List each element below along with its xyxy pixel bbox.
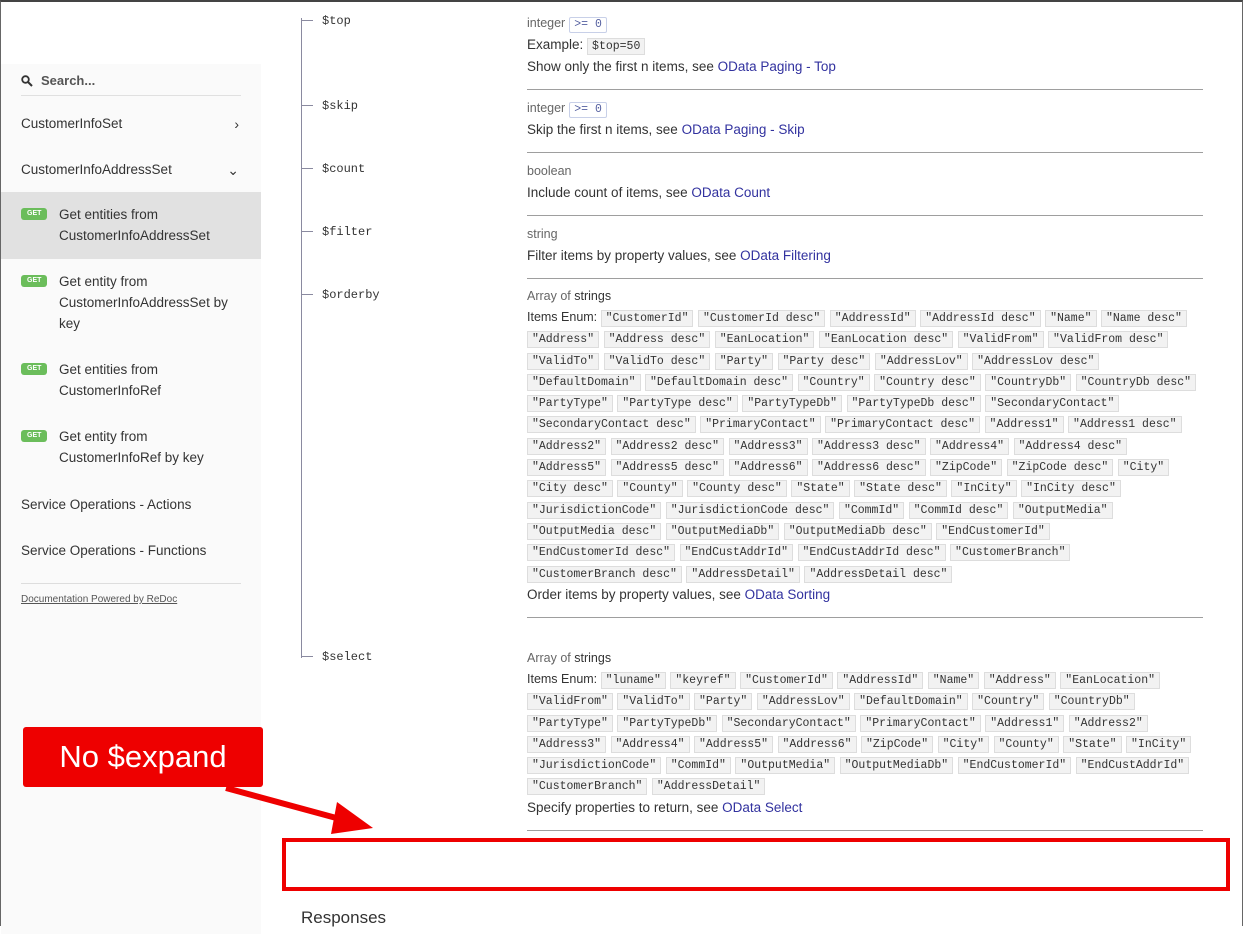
annotation-arrow-icon bbox=[225, 785, 373, 834]
annotation-highlight-box bbox=[282, 838, 1230, 891]
